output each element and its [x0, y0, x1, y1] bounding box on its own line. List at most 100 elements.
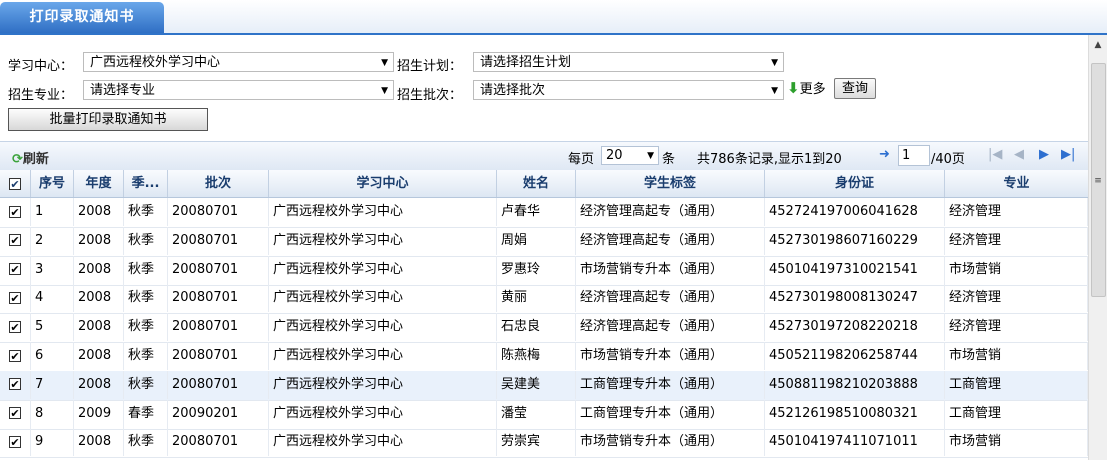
row-checkbox[interactable]: ✔	[9, 378, 21, 391]
cell-season: 秋季	[124, 428, 168, 457]
batch-select[interactable]: 请选择批次 ▼	[473, 80, 784, 100]
per-page-select[interactable]: 20 ▼	[601, 146, 659, 165]
scroll-up-icon[interactable]: ▲	[1090, 37, 1106, 53]
row-select-cell[interactable]: ✔	[0, 255, 31, 284]
col-header-year[interactable]: 年度	[74, 170, 124, 197]
table-row[interactable]: ✔ 9 2008 秋季 20080701 广西远程校外学习中心 劳崇宾 市场营销专升本（通用）…	[0, 428, 1088, 459]
major-select[interactable]: 请选择专业 ▼	[83, 80, 394, 100]
center-label: 学习中心：	[8, 59, 74, 74]
row-select-cell[interactable]: ✔	[0, 198, 31, 226]
more-button[interactable]: ⬇更多	[787, 78, 826, 97]
per-page-unit: 条	[662, 152, 676, 167]
cell-tag: 经济管理高起专（通用）	[576, 313, 765, 342]
col-header-tag[interactable]: 学生标签	[576, 170, 765, 197]
cell-no: 1	[31, 198, 74, 226]
grid-header: ✔ 序号 年度 季... 批次 学习中心 姓名 学生标签 身份证 专业	[0, 170, 1088, 198]
cell-major: 工商管理	[945, 399, 1088, 428]
col-header-name[interactable]: 姓名	[497, 170, 576, 197]
plan-select[interactable]: 请选择招生计划 ▼	[473, 52, 784, 72]
row-select-cell[interactable]: ✔	[0, 399, 31, 428]
cell-batch: 20080701	[168, 226, 269, 255]
cell-name: 潘莹	[497, 399, 576, 428]
next-page-icon[interactable]: ▶	[1039, 147, 1049, 162]
col-header-major[interactable]: 专业	[945, 170, 1088, 197]
prev-page-icon[interactable]: ◀	[1014, 147, 1024, 162]
cell-year: 2008	[74, 370, 124, 399]
row-checkbox[interactable]: ✔	[9, 407, 21, 420]
row-checkbox[interactable]: ✔	[9, 320, 21, 333]
row-select-cell[interactable]: ✔	[0, 428, 31, 457]
col-header-no[interactable]: 序号	[31, 170, 74, 197]
col-header-center[interactable]: 学习中心	[269, 170, 497, 197]
col-header-season[interactable]: 季...	[124, 170, 168, 197]
table-row[interactable]: ✔ 6 2008 秋季 20080701 广西远程校外学习中心 陈燕梅 市场营销专升本（通用）…	[0, 342, 1088, 372]
cell-name: 石忠良	[497, 313, 576, 342]
select-all-checkbox[interactable]: ✔	[9, 177, 21, 190]
cell-year: 2008	[74, 284, 124, 313]
cell-major: 经济管理	[945, 284, 1088, 313]
cell-tag: 工商管理专升本（通用）	[576, 370, 765, 399]
major-select-value: 请选择专业	[90, 83, 156, 98]
row-checkbox[interactable]: ✔	[9, 349, 21, 362]
row-select-cell[interactable]: ✔	[0, 313, 31, 342]
first-page-icon[interactable]: |◀	[988, 147, 1002, 162]
cell-batch: 20090201	[168, 399, 269, 428]
batch-print-button[interactable]: 批量打印录取通知书	[8, 108, 208, 131]
more-label: 更多	[799, 82, 826, 97]
table-row[interactable]: ✔ 1 2008 秋季 20080701 广西远程校外学习中心 卢春华 经济管理高起专（通用）…	[0, 198, 1088, 228]
cell-center: 广西远程校外学习中心	[269, 428, 497, 457]
refresh-label: 刷新	[22, 152, 49, 167]
last-page-icon[interactable]: ▶|	[1061, 147, 1075, 162]
go-page-icon[interactable]: ➜	[879, 147, 890, 162]
cell-batch: 20080701	[168, 284, 269, 313]
cell-name: 吴建美	[497, 370, 576, 399]
table-row[interactable]: ✔ 2 2008 秋季 20080701 广西远程校外学习中心 周娟 经济管理高起专（通用） 4…	[0, 226, 1088, 257]
cell-batch: 20080701	[168, 255, 269, 284]
table-row[interactable]: ✔ 4 2008 秋季 20080701 广西远程校外学习中心 黄丽 经济管理高起专（通用） 4…	[0, 284, 1088, 315]
center-select-value: 广西远程校外学习中心	[90, 55, 221, 70]
chevron-down-icon: ▼	[647, 151, 654, 161]
chevron-down-icon: ▼	[771, 86, 778, 96]
cell-no: 7	[31, 370, 74, 399]
table-row[interactable]: ✔ 5 2008 秋季 20080701 广西远程校外学习中心 石忠良 经济管理高起专（通用）…	[0, 313, 1088, 344]
row-checkbox[interactable]: ✔	[9, 234, 21, 247]
vertical-scrollbar[interactable]: ▲ ≡	[1088, 35, 1107, 460]
refresh-button[interactable]: ⟳刷新	[12, 148, 49, 167]
tab-print-admission[interactable]: 打印录取通知书	[0, 2, 164, 33]
cell-name: 周娟	[497, 226, 576, 255]
row-checkbox[interactable]: ✔	[9, 291, 21, 304]
row-checkbox[interactable]: ✔	[9, 205, 21, 218]
center-select[interactable]: 广西远程校外学习中心 ▼	[83, 52, 394, 72]
row-select-cell[interactable]: ✔	[0, 284, 31, 313]
cell-id: 450521198206258744	[765, 342, 945, 370]
cell-batch: 20080701	[168, 428, 269, 457]
row-checkbox[interactable]: ✔	[9, 435, 21, 448]
cell-name: 罗惠玲	[497, 255, 576, 284]
row-checkbox[interactable]: ✔	[9, 263, 21, 276]
col-header-id[interactable]: 身份证	[765, 170, 945, 197]
row-select-cell[interactable]: ✔	[0, 226, 31, 255]
cell-season: 秋季	[124, 255, 168, 284]
cell-no: 5	[31, 313, 74, 342]
cell-tag: 市场营销专升本（通用）	[576, 342, 765, 370]
cell-year: 2008	[74, 198, 124, 226]
cell-season: 秋季	[124, 342, 168, 370]
table-row[interactable]: ✔ 8 2009 春季 20090201 广西远程校外学习中心 潘莹 工商管理专升本（通用） 4…	[0, 399, 1088, 430]
table-row[interactable]: ✔ 7 2008 秋季 20080701 广西远程校外学习中心 吴建美 工商管理专升本（通用）…	[0, 370, 1088, 401]
scroll-grip-icon: ≡	[1094, 176, 1102, 186]
page-number-input[interactable]: 1	[898, 145, 930, 166]
cell-season: 秋季	[124, 198, 168, 226]
row-select-cell[interactable]: ✔	[0, 370, 31, 399]
select-all-cell[interactable]: ✔	[0, 170, 31, 197]
cell-year: 2008	[74, 255, 124, 284]
cell-center: 广西远程校外学习中心	[269, 284, 497, 313]
cell-id: 452126198510080321	[765, 399, 945, 428]
cell-season: 春季	[124, 399, 168, 428]
cell-tag: 经济管理高起专（通用）	[576, 198, 765, 226]
row-select-cell[interactable]: ✔	[0, 342, 31, 370]
cell-year: 2008	[74, 226, 124, 255]
query-button[interactable]: 查询	[834, 78, 876, 99]
col-header-batch[interactable]: 批次	[168, 170, 269, 197]
cell-center: 广西远程校外学习中心	[269, 370, 497, 399]
table-row[interactable]: ✔ 3 2008 秋季 20080701 广西远程校外学习中心 罗惠玲 市场营销专升本（通用）…	[0, 255, 1088, 286]
